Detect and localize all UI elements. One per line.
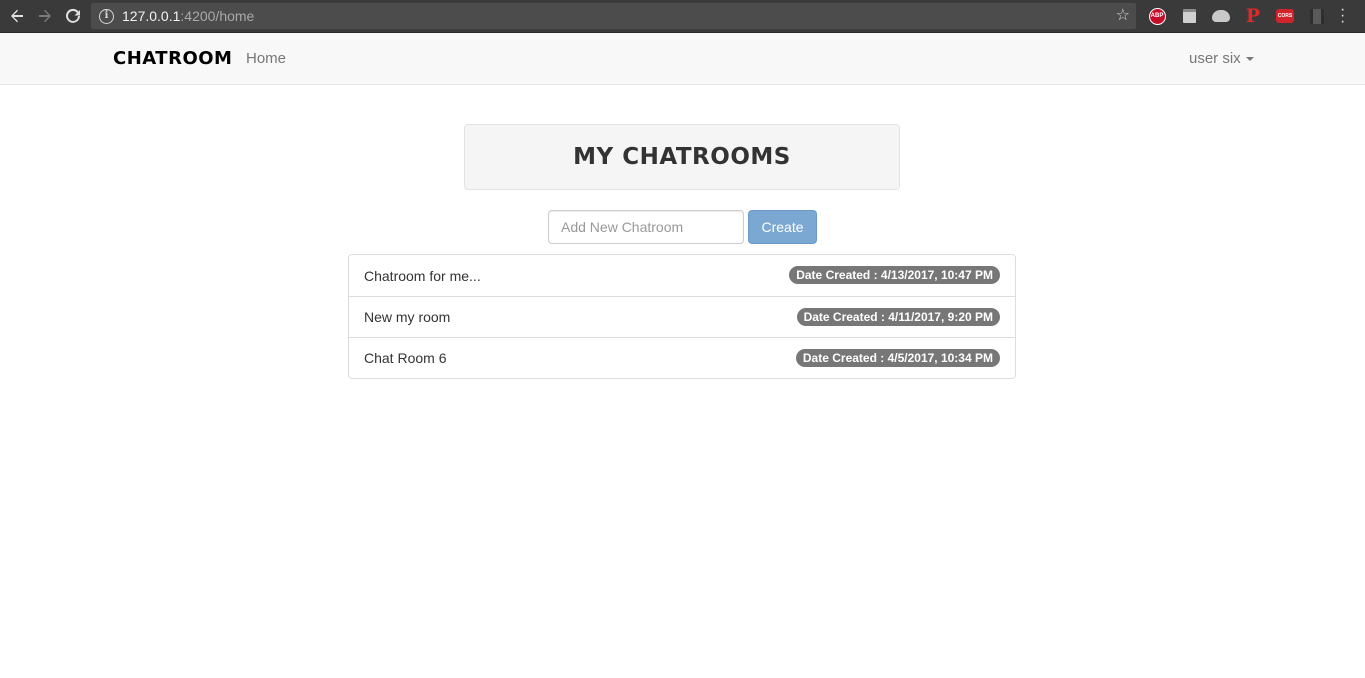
caret-down-icon	[1245, 56, 1254, 61]
bookmark-star-icon[interactable]: ☆	[1116, 5, 1130, 25]
new-chatroom-input[interactable]	[548, 210, 744, 244]
nav-home-link[interactable]: Home	[246, 50, 286, 67]
date-created-badge: Date Created : 4/5/2017, 10:34 PM	[795, 349, 1000, 367]
chatroom-list: Chatroom for me... Date Created : 4/13/2…	[348, 254, 1016, 379]
user-name: user six	[1189, 50, 1241, 67]
document-icon[interactable]	[1178, 6, 1200, 26]
page-title-panel: MY CHATROOMS	[464, 124, 900, 190]
user-menu-dropdown[interactable]: user six	[1189, 50, 1254, 67]
forward-arrow-icon[interactable]	[31, 2, 59, 30]
list-item[interactable]: Chat Room 6 Date Created : 4/5/2017, 10:…	[349, 337, 1015, 378]
list-item[interactable]: Chatroom for me... Date Created : 4/13/2…	[349, 255, 1015, 296]
grid-icon[interactable]	[1306, 6, 1328, 26]
address-bar[interactable]: i 127.0.0.1:4200/home ☆	[91, 3, 1136, 29]
url-path: :4200/home	[180, 8, 255, 24]
url-host: 127.0.0.1	[122, 8, 181, 24]
app-navbar: CHATROOM Home user six	[0, 33, 1365, 85]
create-button[interactable]: Create	[748, 210, 817, 244]
back-arrow-icon[interactable]	[3, 2, 31, 30]
kebab-menu-icon[interactable]: · · ·	[1340, 2, 1345, 30]
chatroom-name: New my room	[364, 309, 451, 325]
abp-icon[interactable]: ABP	[1146, 6, 1168, 26]
date-created-badge: Date Created : 4/13/2017, 10:47 PM	[789, 266, 1000, 284]
browser-toolbar: i 127.0.0.1:4200/home ☆ ABP P CORS · · ·	[0, 0, 1365, 33]
chatroom-name: Chatroom for me...	[364, 267, 481, 284]
chatroom-name: Chat Room 6	[364, 350, 447, 366]
cloud-icon[interactable]	[1210, 6, 1232, 26]
new-chatroom-form: Create	[548, 210, 817, 244]
list-item[interactable]: New my room Date Created : 4/11/2017, 9:…	[349, 296, 1015, 337]
reload-icon[interactable]	[59, 2, 87, 30]
info-icon[interactable]: i	[99, 8, 114, 24]
extensions-bar: ABP P CORS	[1146, 5, 1338, 27]
date-created-badge: Date Created : 4/11/2017, 9:20 PM	[796, 308, 1000, 326]
brand-logo[interactable]: CHATROOM	[113, 48, 232, 69]
pinterest-icon[interactable]: P	[1242, 5, 1264, 27]
cors-icon[interactable]: CORS	[1274, 6, 1296, 26]
page-title: MY CHATROOMS	[573, 144, 791, 170]
